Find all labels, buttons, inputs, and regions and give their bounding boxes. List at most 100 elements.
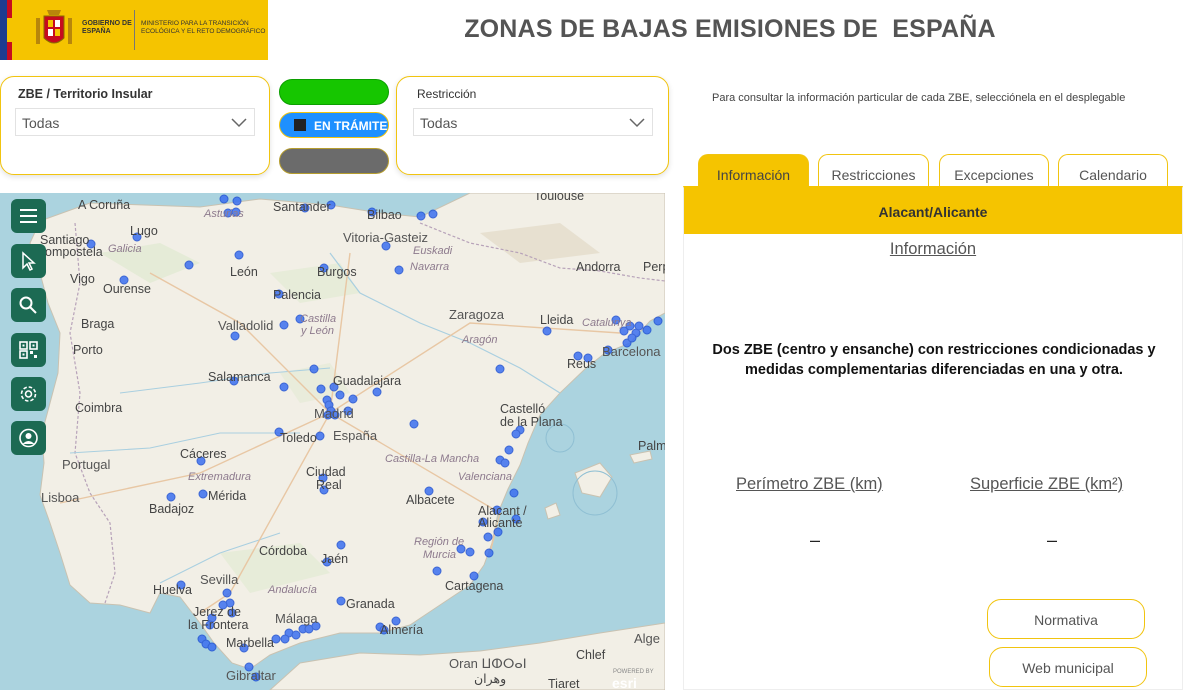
- user-icon: [19, 428, 38, 448]
- eu-flag-strip: [0, 0, 12, 60]
- map-label: A Coruña: [78, 198, 131, 212]
- map-label: Lugo: [130, 224, 158, 238]
- map-label: de la Plana: [500, 415, 563, 429]
- settings-button[interactable]: [11, 377, 46, 411]
- map-region-label: Región de: [414, 536, 465, 548]
- chevron-down-icon: [629, 118, 645, 128]
- map-label: Reus: [567, 357, 597, 371]
- map-label: وهران: [474, 672, 507, 686]
- perimetro-label: Perímetro ZBE (km): [736, 475, 883, 493]
- menu-icon: [20, 209, 37, 223]
- zone-name: Alacant/Alicante: [684, 188, 1182, 234]
- map-region-label: y León: [301, 325, 335, 337]
- zbe-select[interactable]: Todas: [15, 108, 255, 136]
- map-region-label: Valenciana: [458, 471, 513, 483]
- map-label: Granada: [346, 597, 395, 611]
- logo-ministerio-text: MINISTERIO PARA LA TRANSICIÓN ECOLÓGICA …: [141, 20, 266, 35]
- map-label: Ourense: [103, 282, 151, 296]
- map-label: Vigo: [70, 272, 95, 286]
- map-label: Perp: [643, 260, 665, 274]
- logo-gobierno-text: GOBIERNO DE ESPAÑA: [82, 20, 132, 35]
- page-title: ZONAS DE BAJAS EMISIONES DE ESPAÑA: [464, 15, 996, 43]
- map-region-label: Catalunya: [582, 317, 632, 329]
- qr-icon: [19, 341, 38, 359]
- checkbox-icon: [294, 119, 306, 131]
- map-label: Portugal: [62, 457, 111, 472]
- map-label: Real: [316, 478, 342, 492]
- map-label: Tiaret: [548, 677, 580, 690]
- esri-logo: esri: [612, 675, 637, 690]
- superficie-label: Superficie ZBE (km²): [970, 475, 1124, 493]
- menu-button[interactable]: [11, 199, 46, 233]
- chevron-down-icon: [231, 118, 247, 128]
- government-logo: GOBIERNO DE ESPAÑA MINISTERIO PARA LA TR…: [0, 0, 268, 60]
- map-region-label: Andalucía: [268, 584, 317, 596]
- map-label: Sevilla: [200, 572, 239, 587]
- tab-excepciones[interactable]: Excepciones: [939, 154, 1049, 188]
- map-label: Málaga: [275, 611, 318, 626]
- pointer-icon: [22, 251, 36, 271]
- map-label: Ciudad: [306, 465, 346, 479]
- map-view[interactable]: Toulouse A Coruña Santander Bilbao Astur…: [0, 193, 665, 690]
- restriccion-filter-label: Restricción: [417, 87, 477, 101]
- map-label: Palm: [638, 439, 665, 453]
- map-region-label: Extremadura: [188, 471, 251, 483]
- map-label: Toulouse: [534, 193, 585, 203]
- status-active-button[interactable]: [279, 79, 389, 105]
- zbe-filter-label: ZBE / Territorio Insular: [18, 87, 153, 101]
- map-label: Oran ⵡⵀⵔⴰⵏ: [449, 656, 527, 671]
- status-tramite-button[interactable]: EN TRÁMITE: [279, 112, 389, 138]
- normativa-button[interactable]: Normativa: [987, 599, 1145, 639]
- map-label: Guadalajara: [333, 374, 402, 388]
- status-tramite-label: EN TRÁMITE: [314, 119, 388, 133]
- map-label: Vitoria-Gasteiz: [343, 230, 429, 245]
- info-panel: Alacant/Alicante Información Dos ZBE (ce…: [683, 186, 1183, 690]
- select-tool-button[interactable]: [11, 244, 46, 278]
- map-label: Jaén: [321, 552, 349, 566]
- map-label: Jerez de: [193, 605, 241, 619]
- map-region-label: Galicia: [108, 243, 142, 255]
- map-label: Castelló: [500, 402, 546, 416]
- tab-calendario[interactable]: Calendario: [1058, 154, 1168, 188]
- map-label: Porto: [73, 343, 103, 357]
- map-label: Huelva: [153, 583, 192, 597]
- map-region-label: Euskadi: [413, 245, 453, 257]
- map-region-label: Murcia: [423, 549, 457, 561]
- restriccion-select[interactable]: Todas: [413, 108, 653, 136]
- user-button[interactable]: [11, 421, 46, 455]
- map-label: Coimbra: [75, 401, 123, 415]
- map-label: Cáceres: [180, 447, 227, 461]
- app-root: GOBIERNO DE ESPAÑA MINISTERIO PARA LA TR…: [0, 0, 1200, 690]
- map-label: Zaragoza: [449, 307, 504, 322]
- perimetro-value: –: [810, 530, 821, 550]
- tab-informacion[interactable]: Información: [698, 154, 809, 188]
- web-municipal-button[interactable]: Web municipal: [989, 647, 1147, 687]
- status-inactive-button[interactable]: [279, 148, 389, 174]
- restriccion-filter-card: Restricción Todas: [396, 76, 669, 175]
- map-label: Santander: [273, 200, 331, 214]
- map-label: Barcelona: [602, 344, 661, 359]
- restriccion-select-value: Todas: [420, 115, 458, 131]
- map-label: Córdoba: [259, 544, 307, 558]
- map-label: Braga: [81, 317, 115, 331]
- tab-restricciones[interactable]: Restricciones: [818, 154, 929, 188]
- map-label: Bilbao: [367, 208, 402, 222]
- search-button[interactable]: [11, 288, 46, 322]
- gear-icon: [20, 386, 37, 402]
- zone-description: Dos ZBE (centro y ensanche) con restricc…: [712, 342, 1156, 378]
- qr-button[interactable]: [11, 333, 46, 367]
- superficie-value: –: [1047, 530, 1058, 550]
- instruction-text: Para consultar la información particular…: [712, 92, 1126, 104]
- search-icon: [19, 296, 37, 314]
- map-label: Almería: [380, 623, 424, 637]
- map-label: Toledo: [280, 431, 317, 445]
- map-label: Albacete: [406, 493, 455, 507]
- map-region-label: Castilla-La Mancha: [385, 453, 480, 465]
- logo-separator: [134, 10, 135, 50]
- map-label: Palencia: [273, 288, 321, 302]
- map-label: Marbella: [226, 636, 274, 650]
- map-label: Mérida: [208, 489, 247, 503]
- map-label: la Frontera: [188, 618, 249, 632]
- map-label: Madrid: [314, 406, 354, 421]
- map-label: León: [230, 265, 258, 279]
